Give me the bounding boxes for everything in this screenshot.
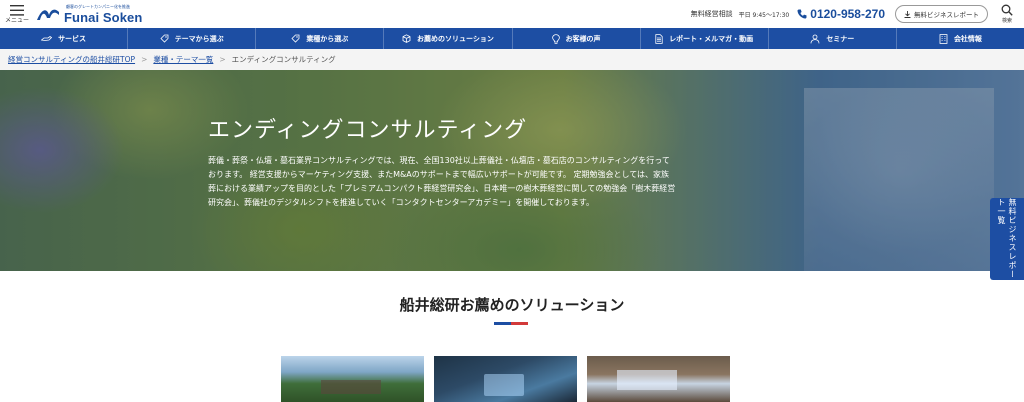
nav-item-company[interactable]: 会社情報: [897, 28, 1024, 49]
hero-description-line: 研究会」、葬儀社のデジタルシフトを推進していく「コンタクトセンターアカデミー」を…: [208, 198, 594, 207]
free-report-button[interactable]: 無料ビジネスレポート: [895, 5, 988, 23]
site-logo[interactable]: 顧客のグレートカンパニー化を推進 Funai Soken: [36, 0, 142, 28]
download-icon: [904, 10, 911, 18]
nav-item-industry[interactable]: 業種から選ぶ: [256, 28, 385, 49]
site-header: メニュー 顧客のグレートカンパニー化を推進 Funai Soken 無料経営相談…: [0, 0, 1024, 28]
global-nav: サービス テーマから選ぶ 業種から選ぶ お薦めのソリューション お客様の声 レポ…: [0, 28, 1024, 49]
search-button[interactable]: 検索: [994, 4, 1020, 24]
menu-label: メニュー: [4, 16, 29, 24]
breadcrumb-home-link[interactable]: 経営コンサルティングの船井総研TOP: [8, 54, 135, 65]
nav-item-theme[interactable]: テーマから選ぶ: [128, 28, 257, 49]
nav-label: サービス: [58, 34, 87, 43]
breadcrumb-industry-list-link[interactable]: 業種・テーマ一覧: [153, 54, 213, 65]
person-icon: [810, 34, 820, 43]
chevron-right-icon: >: [141, 55, 148, 64]
phone-link[interactable]: 0120-958-270: [797, 7, 885, 21]
free-report-label: 無料ビジネスレポート: [914, 11, 979, 19]
menu-button[interactable]: メニュー: [4, 0, 30, 28]
nav-label: レポート・メルマガ・動画: [669, 34, 754, 43]
nav-item-seminars[interactable]: セミナー: [769, 28, 897, 49]
tag-icon: [291, 34, 300, 43]
nav-label: 業種から選ぶ: [306, 34, 349, 43]
page-title: エンディングコンサルティング: [208, 118, 528, 143]
solution-card-temple[interactable]: [281, 356, 424, 402]
building-icon: [939, 33, 948, 44]
nav-item-solutions[interactable]: お薦めのソリューション: [384, 28, 513, 49]
hero-description: 葬儀・葬祭・仏壇・墓石業界コンサルティングでは、現在、全国130社以上葬儀社・仏…: [208, 154, 768, 210]
free-report-list-tab[interactable]: 無料ビジネスレポート一覧: [990, 198, 1024, 280]
breadcrumb: 経営コンサルティングの船井総研TOP > 業種・テーマ一覧 > エンディングコン…: [0, 49, 1024, 70]
hamburger-icon: [10, 4, 24, 16]
box-icon: [402, 34, 411, 43]
logo-text: Funai Soken: [64, 9, 143, 25]
tag-icon: [160, 34, 169, 43]
search-icon: [1001, 4, 1013, 16]
solutions-heading: 船井総研お薦めのソリューション: [399, 296, 625, 314]
phone-number: 0120-958-270: [810, 7, 885, 21]
header-contact: 無料経営相談 平日 9:45〜17:30 0120-958-270 無料ビジネス…: [691, 0, 1024, 28]
nav-item-reports[interactable]: レポート・メルマガ・動画: [641, 28, 769, 49]
funai-logo-icon: [37, 9, 59, 20]
hero-description-line: 葬における業績アップを目的とした「プレミアムコンパクト葬経営研究会」、日本唯一の…: [208, 184, 676, 193]
consult-label: 無料経営相談: [690, 10, 733, 18]
nav-item-services[interactable]: サービス: [0, 28, 129, 49]
business-hours: 平日 9:45〜17:30: [738, 11, 790, 19]
nav-label: お客様の声: [565, 34, 601, 43]
nav-item-testimonials[interactable]: お客様の声: [513, 28, 641, 49]
side-tab-label: 無料ビジネスレポート一覧: [997, 198, 1017, 279]
bulb-icon: [551, 33, 560, 44]
nav-label: セミナー: [826, 34, 855, 43]
solution-card-laptop[interactable]: [587, 356, 730, 402]
solution-card-digital[interactable]: [434, 356, 577, 402]
document-icon: [655, 33, 663, 44]
heading-underline: [494, 322, 528, 325]
hand-icon: [41, 35, 53, 41]
hero-description-line: 葬儀・葬祭・仏壇・墓石業界コンサルティングでは、現在、全国130社以上葬儀社・仏…: [208, 156, 670, 165]
nav-label: お薦めのソリューション: [417, 34, 494, 43]
breadcrumb-current: エンディングコンサルティング: [231, 55, 336, 64]
nav-label: 会社情報: [953, 34, 982, 43]
hero-description-line: おります。 経営支援からマーケティング支援、またM&Aのサポートまで幅広いサポー…: [208, 170, 670, 179]
logo-tagline: 顧客のグレートカンパニー化を推進: [66, 4, 130, 9]
search-label: 検索: [1001, 18, 1012, 24]
chevron-right-icon: >: [219, 55, 226, 64]
phone-icon: [797, 9, 807, 19]
nav-label: テーマから選ぶ: [174, 34, 224, 43]
